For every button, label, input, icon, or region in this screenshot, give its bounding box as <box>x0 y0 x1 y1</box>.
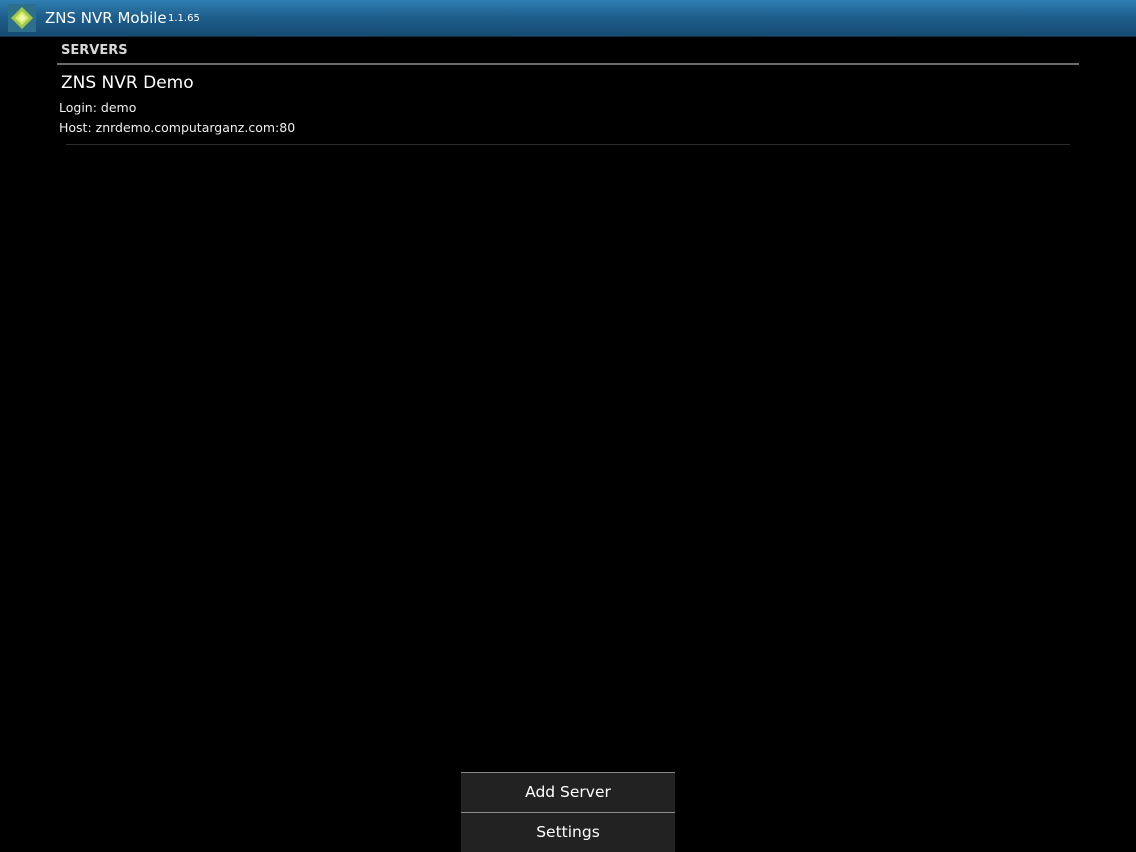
list-divider <box>66 144 1070 145</box>
servers-section-header: SERVERS <box>61 43 128 58</box>
server-host: Host: znrdemo.computarganz.com:80 <box>59 120 296 135</box>
section-divider <box>57 63 1079 65</box>
server-list-item[interactable]: ZNS NVR Demo Login: demo Host: znrdemo.c… <box>57 66 1079 144</box>
title-bar: ZNS NVR Mobile 1.1.65 <box>0 0 1136 37</box>
server-name: ZNS NVR Demo <box>61 73 194 93</box>
options-menu: Add Server Settings <box>461 772 675 852</box>
app-logo-icon[interactable] <box>8 4 36 32</box>
server-login: Login: demo <box>59 100 137 115</box>
settings-menu-item[interactable]: Settings <box>461 812 675 852</box>
app-version: 1.1.65 <box>168 13 200 24</box>
add-server-menu-item[interactable]: Add Server <box>461 772 675 811</box>
app-title: ZNS NVR Mobile <box>45 9 167 27</box>
